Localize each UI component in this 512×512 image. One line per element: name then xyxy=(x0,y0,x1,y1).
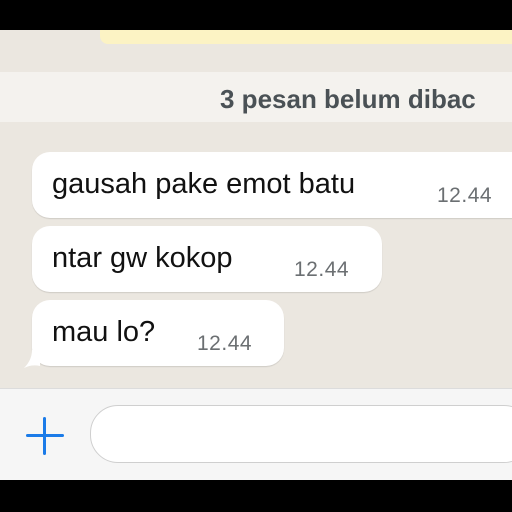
message-input[interactable] xyxy=(90,405,512,463)
message-bubble[interactable]: mau lo? 12.44 xyxy=(32,300,284,366)
message-bubble[interactable]: ntar gw kokop 12.44 xyxy=(32,226,382,292)
message-bubble[interactable]: gausah pake emot batu 12.44 xyxy=(32,152,512,218)
plus-icon[interactable] xyxy=(24,415,66,457)
message-text: ntar gw kokop xyxy=(52,242,233,274)
message-text: mau lo? xyxy=(52,316,156,348)
pinned-banner[interactable] xyxy=(100,30,512,44)
message-time: 12.44 xyxy=(437,184,493,207)
chat-screen: 3 pesan belum dibac gausah pake emot bat… xyxy=(0,30,512,480)
bubble-tail-icon xyxy=(24,350,40,368)
unread-divider-text: 3 pesan belum dibac xyxy=(220,84,476,114)
unread-divider: 3 pesan belum dibac xyxy=(0,72,512,122)
message-time: 12.44 xyxy=(294,258,350,281)
message-text: gausah pake emot batu xyxy=(52,168,356,200)
message-time: 12.44 xyxy=(197,332,253,355)
message-composer xyxy=(0,388,512,480)
